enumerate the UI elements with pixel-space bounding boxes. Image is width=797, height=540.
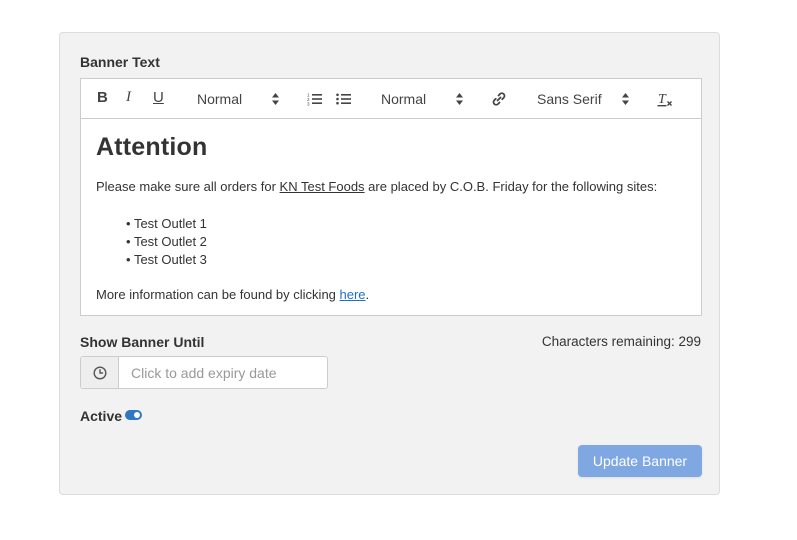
editor-content[interactable]: Attention Please make sure all orders fo… <box>96 119 686 302</box>
editor-toolbar: B I U Normal 123 Normal Sans Serif T <box>81 79 701 119</box>
svg-text:T: T <box>658 92 667 107</box>
show-until-label: Show Banner Until <box>80 334 205 350</box>
font-select-arrows-icon[interactable] <box>622 92 629 110</box>
list-item: • Test Outlet 1 <box>126 216 207 231</box>
expiry-date-input[interactable] <box>119 357 323 388</box>
update-banner-button[interactable]: Update Banner <box>578 445 702 477</box>
list-item-text: Test Outlet 2 <box>133 234 207 249</box>
ordered-list-icon[interactable]: 123 <box>307 92 323 106</box>
clock-icon[interactable] <box>81 357 119 388</box>
italic-button[interactable]: I <box>126 89 131 106</box>
heading-select[interactable]: Normal <box>197 91 242 107</box>
clear-formatting-icon[interactable]: T <box>657 91 673 107</box>
toggle-knob <box>134 412 140 418</box>
paragraph-1-text-end: are placed by C.O.B. Friday for the foll… <box>364 179 658 194</box>
banner-heading: Attention <box>96 133 208 161</box>
list-item-text: Test Outlet 3 <box>133 252 207 267</box>
active-label: Active <box>80 408 123 424</box>
list-item: • Test Outlet 3 <box>126 252 207 267</box>
underline-button[interactable]: U <box>153 89 164 106</box>
svg-text:3: 3 <box>307 102 310 107</box>
banner-settings-card: Banner Text B I U Normal 123 Normal Sans… <box>59 32 720 495</box>
here-link[interactable]: here <box>340 287 366 302</box>
expiry-date-field[interactable] <box>80 356 328 389</box>
link-icon[interactable] <box>491 91 507 107</box>
active-toggle[interactable] <box>125 410 142 420</box>
banner-text-label: Banner Text <box>80 54 160 70</box>
paragraph-1-text: Please make sure all orders for <box>96 179 280 194</box>
bold-button[interactable]: B <box>97 89 108 106</box>
font-select[interactable]: Sans Serif <box>537 91 602 107</box>
characters-remaining: Characters remaining: 299 <box>541 334 701 349</box>
underlined-company-name: KN Test Foods <box>279 179 365 194</box>
paragraph-2-text: More information can be found by clickin… <box>96 287 340 302</box>
outlet-list: • Test Outlet 1 • Test Outlet 2 • Test O… <box>126 215 207 269</box>
list-item-text: Test Outlet 1 <box>133 216 207 231</box>
heading-select-arrows-icon[interactable] <box>272 92 279 110</box>
rich-text-editor[interactable]: B I U Normal 123 Normal Sans Serif T Att… <box>80 78 702 316</box>
paragraph-2-text-end: . <box>365 287 370 302</box>
size-select-arrows-icon[interactable] <box>456 92 463 110</box>
banner-paragraph-1: Please make sure all orders for KN Test … <box>96 179 657 194</box>
bullet-list-icon[interactable] <box>336 92 351 106</box>
list-item: • Test Outlet 2 <box>126 234 207 249</box>
size-select[interactable]: Normal <box>381 91 426 107</box>
banner-paragraph-2: More information can be found by clickin… <box>96 287 369 302</box>
